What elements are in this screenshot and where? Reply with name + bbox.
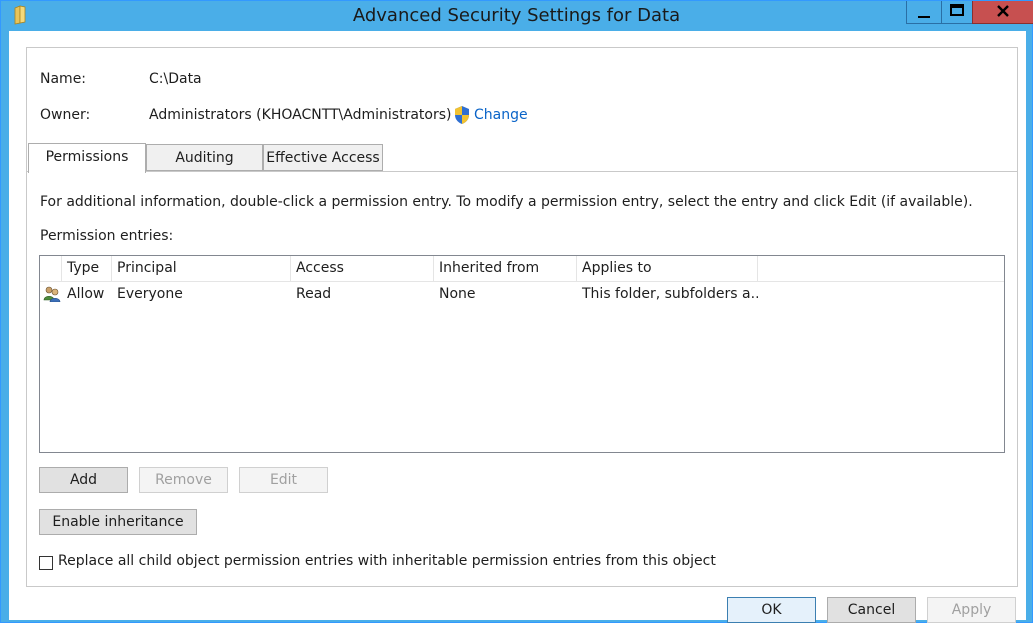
tab-permissions[interactable]: Permissions bbox=[28, 143, 146, 173]
cell-principal: Everyone bbox=[117, 286, 183, 302]
column-header-principal[interactable]: Principal bbox=[112, 256, 291, 281]
apply-button[interactable]: Apply bbox=[927, 597, 1016, 623]
name-value: C:\Data bbox=[149, 71, 202, 87]
tabs-divider bbox=[27, 171, 1017, 172]
minimize-button[interactable] bbox=[906, 1, 942, 24]
name-label: Name: bbox=[40, 71, 87, 87]
column-header-applies-to[interactable]: Applies to bbox=[577, 256, 758, 281]
remove-button[interactable]: Remove bbox=[139, 467, 228, 493]
edit-button[interactable]: Edit bbox=[239, 467, 328, 493]
change-owner-link[interactable]: Change bbox=[474, 107, 528, 123]
enable-inheritance-button[interactable]: Enable inheritance bbox=[39, 509, 197, 535]
maximize-icon bbox=[950, 4, 964, 16]
title-bar[interactable]: Advanced Security Settings for Data bbox=[1, 1, 1033, 31]
users-icon bbox=[43, 286, 61, 302]
content-panel: Name: C:\Data Owner: Administrators (KHO… bbox=[26, 47, 1018, 587]
cell-inherited-from: None bbox=[439, 286, 476, 302]
close-icon bbox=[997, 5, 1009, 17]
replace-child-permissions-checkbox[interactable] bbox=[39, 556, 53, 570]
tab-auditing[interactable]: Auditing bbox=[146, 144, 263, 171]
cell-applies-to: This folder, subfolders a... bbox=[582, 286, 758, 302]
tab-effective-access[interactable]: Effective Access bbox=[263, 144, 383, 171]
column-header-access[interactable]: Access bbox=[291, 256, 434, 281]
owner-value: Administrators (KHOACNTT\Administrators) bbox=[149, 107, 452, 123]
permission-entries-label: Permission entries: bbox=[40, 228, 174, 244]
replace-child-permissions-label: Replace all child object permission entr… bbox=[58, 553, 716, 569]
column-header-icon[interactable] bbox=[40, 256, 62, 281]
permissions-help-text: For additional information, double-click… bbox=[40, 194, 973, 210]
ok-button[interactable]: OK bbox=[727, 597, 816, 623]
uac-shield-icon bbox=[455, 106, 469, 124]
minimize-icon bbox=[918, 16, 930, 18]
window-title: Advanced Security Settings for Data bbox=[352, 5, 681, 26]
column-header-type[interactable]: Type bbox=[62, 256, 112, 281]
column-header-inherited-from[interactable]: Inherited from bbox=[434, 256, 577, 281]
add-button[interactable]: Add bbox=[39, 467, 128, 493]
close-button[interactable] bbox=[972, 1, 1033, 24]
cell-type: Allow bbox=[67, 286, 105, 302]
permission-entries-list[interactable]: Type Principal Access Inherited from App… bbox=[39, 255, 1005, 453]
window-frame: Advanced Security Settings for Data Name… bbox=[0, 0, 1033, 623]
owner-label: Owner: bbox=[40, 107, 91, 123]
dialog-client-area: Name: C:\Data Owner: Administrators (KHO… bbox=[9, 31, 1026, 623]
list-header: Type Principal Access Inherited from App… bbox=[40, 256, 1004, 282]
cell-access: Read bbox=[296, 286, 332, 302]
table-row[interactable]: Allow Everyone Read None This folder, su… bbox=[40, 282, 1004, 306]
cancel-button[interactable]: Cancel bbox=[827, 597, 916, 623]
maximize-button[interactable] bbox=[941, 1, 973, 24]
